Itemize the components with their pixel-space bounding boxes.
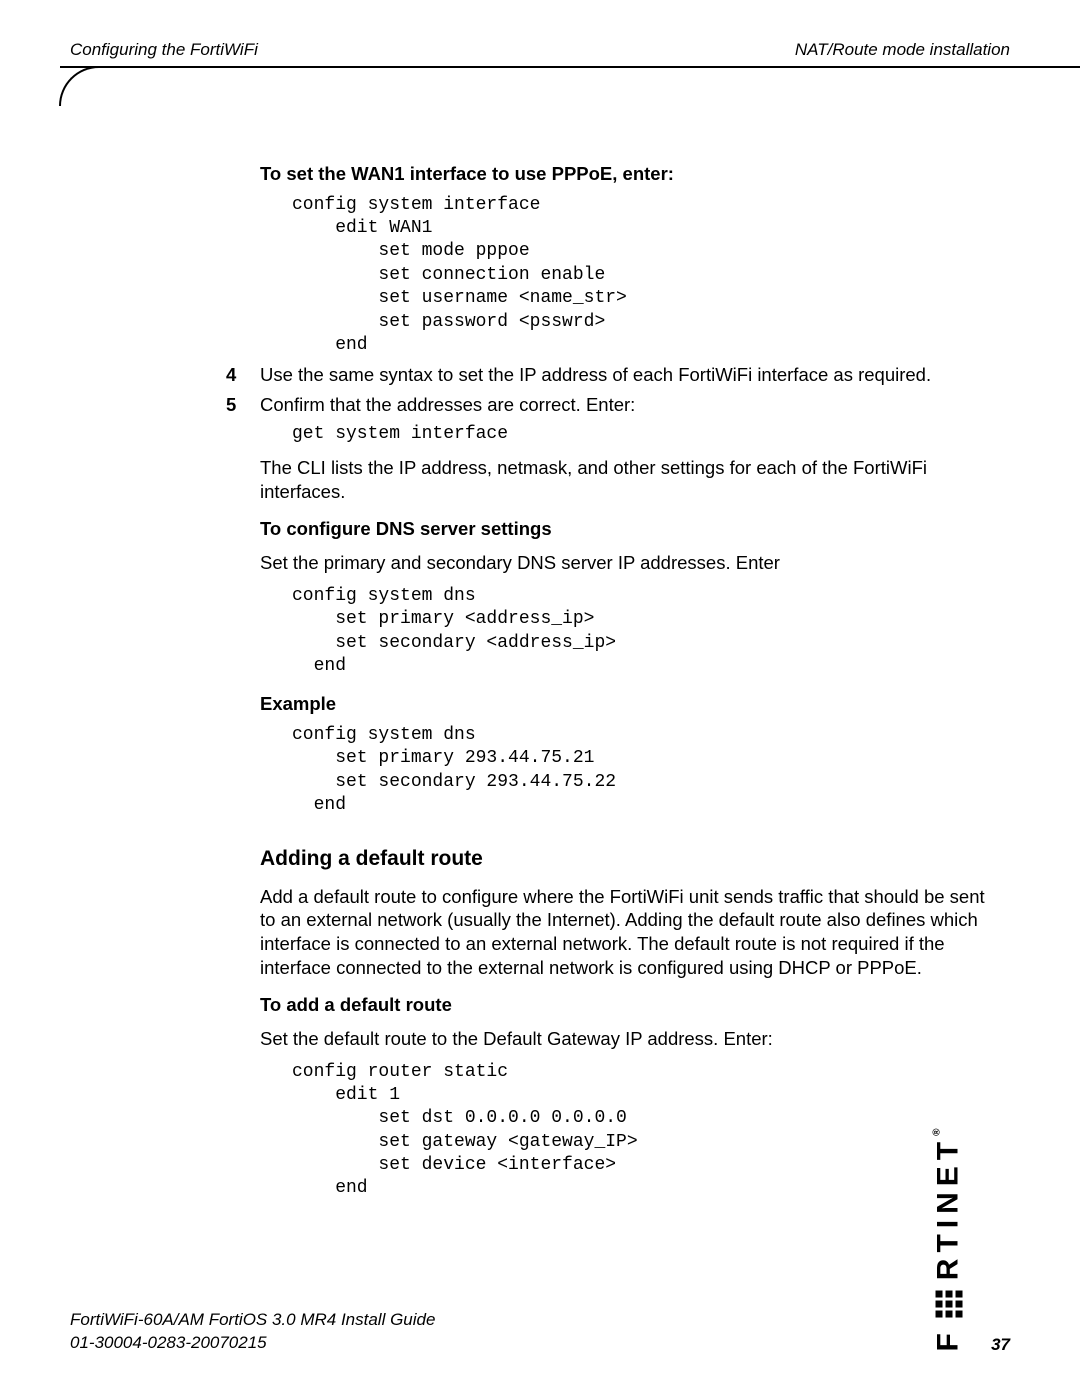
header-right: NAT/Route mode installation <box>795 40 1010 60</box>
footer-line2: 01-30004-0283-20070215 <box>70 1332 435 1355</box>
pppoe-code-block: config system interface edit WAN1 set mo… <box>292 194 990 358</box>
footer: FortiWiFi-60A/AM FortiOS 3.0 MR4 Install… <box>70 1309 1010 1355</box>
rule-arc-icon <box>59 66 99 106</box>
header-left: Configuring the FortiWiFi <box>70 40 258 60</box>
step-number: 4 <box>226 363 260 387</box>
step-text: Confirm that the addresses are correct. … <box>260 393 990 417</box>
footer-left: FortiWiFi-60A/AM FortiOS 3.0 MR4 Install… <box>70 1309 435 1355</box>
example-heading: Example <box>260 692 990 716</box>
page-number: 37 <box>991 1335 1010 1355</box>
example-code-block: config system dns set primary 293.44.75.… <box>292 724 990 818</box>
page: Configuring the FortiWiFi NAT/Route mode… <box>0 0 1080 1397</box>
step5-code-block: get system interface <box>292 423 990 446</box>
rule-line <box>60 66 1020 68</box>
fortinet-logo: F RTINET® <box>837 1223 1060 1257</box>
pppoe-heading: To set the WAN1 interface to use PPPoE, … <box>260 162 990 186</box>
step-text: Use the same syntax to set the IP addres… <box>260 363 990 387</box>
dns-heading: To configure DNS server settings <box>260 517 990 541</box>
route-subheading: To add a default route <box>260 993 990 1017</box>
route-title: Adding a default route <box>260 846 990 873</box>
footer-line1: FortiWiFi-60A/AM FortiOS 3.0 MR4 Install… <box>70 1309 435 1332</box>
rule-runoff <box>1020 66 1080 68</box>
step-number: 5 <box>226 393 260 417</box>
step-4: 4 Use the same syntax to set the IP addr… <box>260 363 990 387</box>
route-intro: Add a default route to configure where t… <box>260 885 990 980</box>
route-code-block: config router static edit 1 set dst 0.0.… <box>292 1061 990 1201</box>
step-5: 5 Confirm that the addresses are correct… <box>260 393 990 417</box>
header-rule <box>60 66 1020 88</box>
brand-rest: RTINET® <box>931 1128 965 1280</box>
registered-icon: ® <box>931 1128 942 1135</box>
route-text: Set the default route to the Default Gat… <box>260 1027 990 1051</box>
dns-code-block: config system dns set primary <address_i… <box>292 585 990 679</box>
running-header: Configuring the FortiWiFi NAT/Route mode… <box>60 40 1020 64</box>
content-column: To set the WAN1 interface to use PPPoE, … <box>260 88 990 1201</box>
dns-text: Set the primary and secondary DNS server… <box>260 551 990 575</box>
step5-after-text: The CLI lists the IP address, netmask, a… <box>260 456 990 503</box>
